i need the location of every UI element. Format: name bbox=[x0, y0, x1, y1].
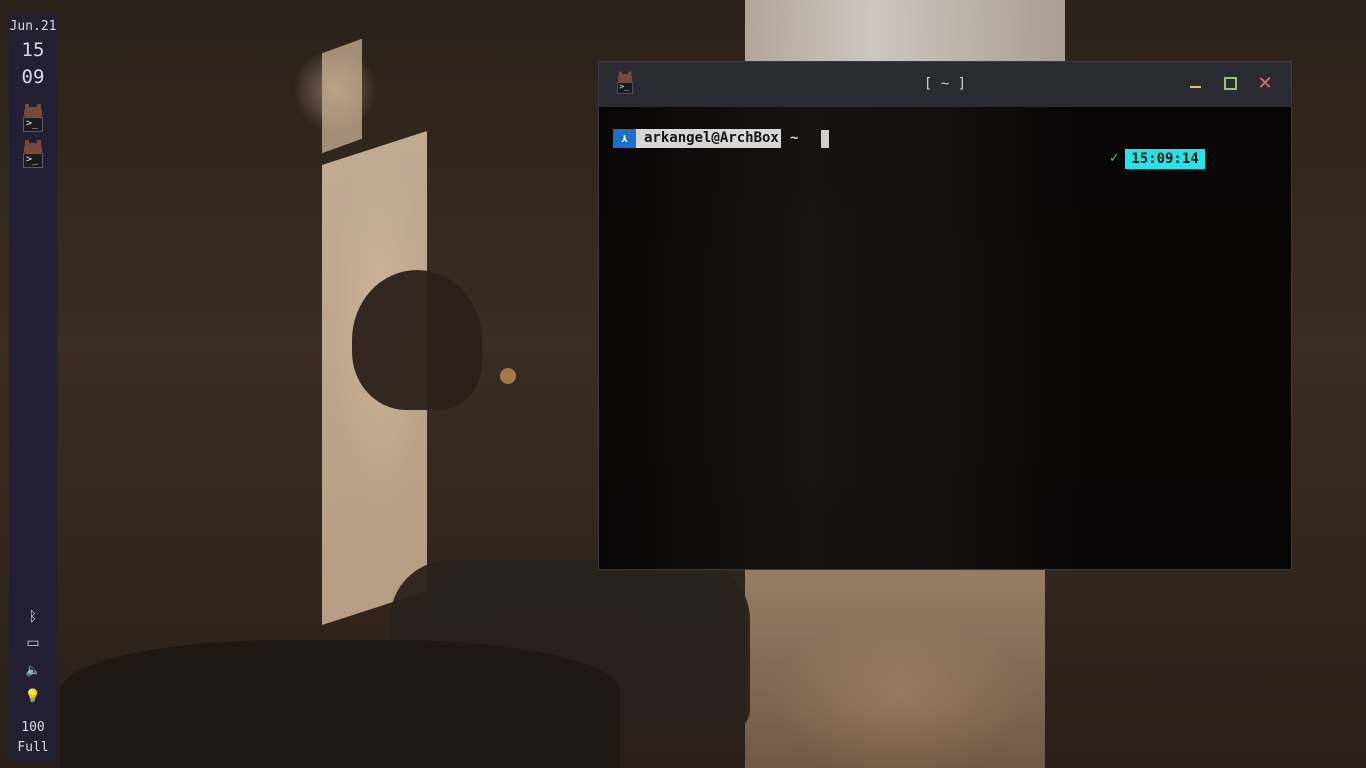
prompt-user-host: arkangel@ArchBox bbox=[636, 129, 781, 148]
wallpaper-window-bottom bbox=[745, 570, 1045, 768]
taskbar-terminal-2[interactable]: >_ bbox=[23, 140, 43, 169]
arch-logo-icon: ⋏ bbox=[613, 129, 636, 148]
prompt-time: 15:09:14 bbox=[1125, 149, 1205, 169]
sidebar-date: Jun.21 bbox=[9, 19, 57, 34]
maximize-icon bbox=[1223, 77, 1237, 90]
display-icon[interactable]: ▭ bbox=[9, 635, 57, 651]
battery-status: Full bbox=[17, 740, 49, 755]
window-titlebar[interactable]: >_ [ ~ ] ✕ bbox=[599, 62, 1291, 107]
bluetooth-icon[interactable]: ᛒ bbox=[9, 609, 57, 625]
wallpaper-door-knob bbox=[500, 368, 516, 384]
taskbar-terminal-1[interactable]: >_ bbox=[23, 104, 43, 133]
wallpaper-shadow bbox=[352, 270, 482, 410]
text-cursor bbox=[821, 130, 829, 148]
close-button[interactable]: ✕ bbox=[1255, 74, 1275, 94]
sidebar-clock-minute: 09 bbox=[21, 66, 45, 88]
wallpaper-window-top bbox=[745, 0, 1065, 62]
sidebar-clock-hour: 15 bbox=[21, 39, 45, 61]
prompt-directory: ~ bbox=[790, 130, 799, 146]
terminal-prompt-glyph: >_ bbox=[23, 153, 43, 168]
wallpaper-light-patch bbox=[322, 38, 362, 154]
minimize-button[interactable] bbox=[1185, 74, 1205, 94]
terminal-window[interactable]: >_ [ ~ ] ✕ ⋏ arkangel@ArchBox ~ ✓ 15:09:… bbox=[598, 61, 1292, 570]
brightness-icon[interactable]: 💡 bbox=[9, 689, 57, 704]
minimize-icon bbox=[1189, 86, 1201, 88]
terminal-icon bbox=[24, 140, 42, 153]
terminal-icon bbox=[24, 104, 42, 117]
terminal-content[interactable]: ⋏ arkangel@ArchBox ~ ✓ 15:09:14 bbox=[599, 107, 1291, 569]
terminal-prompt-glyph: >_ bbox=[23, 117, 43, 132]
wallpaper-bed bbox=[60, 640, 620, 768]
maximize-button[interactable] bbox=[1220, 74, 1240, 94]
sidebar-panel: Jun.21 15 09 >_ >_ ᛒ ▭ 🔈 💡 100 Full bbox=[9, 13, 57, 761]
volume-icon[interactable]: 🔈 bbox=[9, 663, 57, 677]
check-icon: ✓ bbox=[1109, 151, 1120, 166]
battery-level: 100 bbox=[21, 720, 45, 735]
